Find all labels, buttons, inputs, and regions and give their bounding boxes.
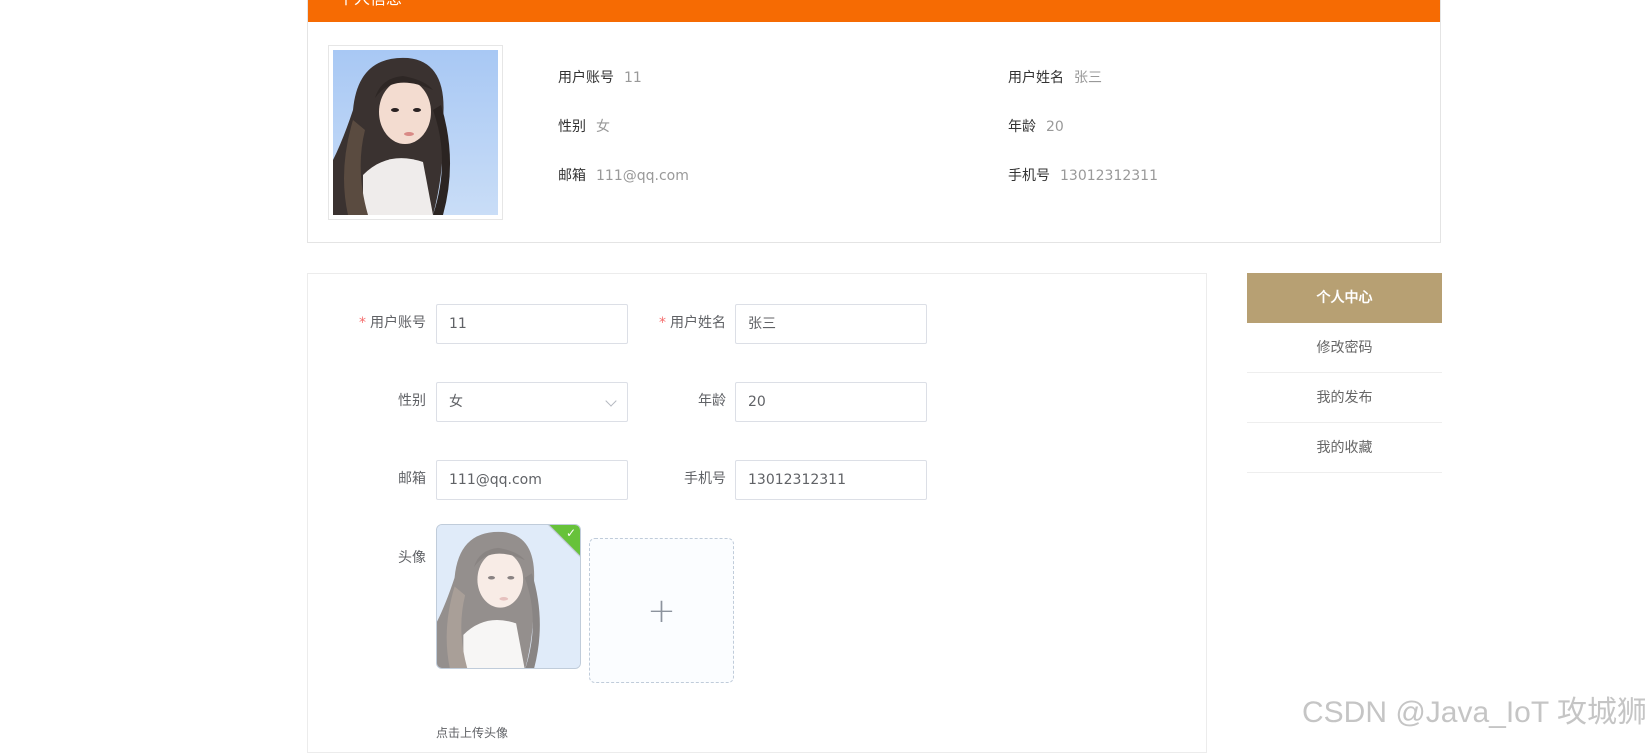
name-label-text: 用户姓名 [670, 315, 726, 331]
profile-phone-label: 手机号 [1008, 168, 1050, 184]
avatar-upload-button[interactable]: + [589, 538, 734, 683]
gender-select-value: 女 [449, 394, 463, 410]
menu-item-my-favorites[interactable]: 我的收藏 [1247, 423, 1442, 473]
profile-gender-field: 性别女 [558, 118, 610, 136]
age-label-text: 年龄 [698, 393, 726, 409]
profile-name-value: 张三 [1074, 70, 1102, 86]
csdn-watermark: CSDN @Java_IoT 攻城狮 [1302, 696, 1645, 729]
account-input[interactable]: 11 [436, 304, 628, 344]
avatar-form-label: 头像 [308, 549, 426, 567]
gender-select[interactable]: 女 [436, 382, 628, 422]
name-input-value: 张三 [748, 316, 776, 332]
email-input-value: 111@qq.com [449, 472, 542, 488]
avatar-label-text: 头像 [398, 550, 426, 566]
profile-phone-field: 手机号 13012312311 [1008, 167, 1158, 185]
profile-avatar-frame [328, 45, 503, 220]
profile-age-value: 20 [1046, 119, 1064, 135]
account-form-label: * 用户账号 [308, 314, 426, 332]
profile-account-label: 用户账号 [558, 70, 614, 86]
email-input[interactable]: 111@qq.com [436, 460, 628, 500]
age-form-label: 年龄 [608, 392, 726, 410]
menu-item-my-posts[interactable]: 我的发布 [1247, 373, 1442, 423]
profile-gender-value: 女 [596, 119, 610, 135]
age-input[interactable]: 20 [735, 382, 927, 422]
email-form-label: 邮箱 [308, 470, 426, 488]
profile-email-label: 邮箱 [558, 168, 586, 184]
upload-success-check-icon: ✓ [565, 526, 576, 540]
email-label-text: 邮箱 [398, 471, 426, 487]
upload-tip: 点击上传头像 [436, 726, 509, 740]
profile-info-title: 个人信息 [338, 0, 402, 9]
thumbnail-overlay [437, 525, 580, 668]
profile-age-label: 年龄 [1008, 119, 1036, 135]
profile-age-field: 年龄 20 [1008, 118, 1064, 136]
phone-label-text: 手机号 [684, 471, 726, 487]
menu-item-personal-center[interactable]: 个人中心 [1247, 273, 1442, 323]
profile-email-value: 111@qq.com [596, 168, 689, 184]
account-label-text: 用户账号 [370, 315, 426, 331]
required-mark: * [659, 315, 666, 331]
name-form-label: * 用户姓名 [608, 314, 726, 332]
gender-label-text: 性别 [398, 393, 426, 409]
phone-input[interactable]: 13012312311 [735, 460, 927, 500]
profile-name-field: 用户姓名 张三 [1008, 69, 1102, 87]
name-input[interactable]: 张三 [735, 304, 927, 344]
profile-info-card: 个人信息 [307, 0, 1441, 243]
required-mark: * [359, 315, 366, 331]
gender-form-label: 性别 [308, 392, 426, 410]
age-input-value: 20 [748, 394, 766, 410]
profile-avatar-image [333, 50, 498, 215]
profile-account-value: 11 [624, 70, 642, 86]
profile-email-field: 邮箱 111@qq.com [558, 167, 689, 185]
user-center-menu: 个人中心 修改密码 我的发布 我的收藏 [1247, 273, 1442, 473]
profile-name-label: 用户姓名 [1008, 70, 1064, 86]
profile-account-field: 用户账号 11 [558, 69, 642, 87]
upload-plus-icon: + [647, 590, 676, 631]
profile-edit-form: * 用户账号 11 * 用户姓名 张三 性别 女 年龄 20 邮箱 111@qq.c… [307, 273, 1207, 753]
account-input-value: 11 [449, 316, 467, 332]
phone-form-label: 手机号 [608, 470, 726, 488]
uploaded-avatar-thumbnail[interactable]: ✓ [436, 524, 581, 669]
profile-gender-label: 性别 [558, 119, 586, 135]
profile-info-header: 个人信息 [308, 0, 1440, 22]
phone-input-value: 13012312311 [748, 472, 846, 488]
menu-item-change-password[interactable]: 修改密码 [1247, 323, 1442, 373]
profile-phone-value: 13012312311 [1060, 168, 1158, 184]
